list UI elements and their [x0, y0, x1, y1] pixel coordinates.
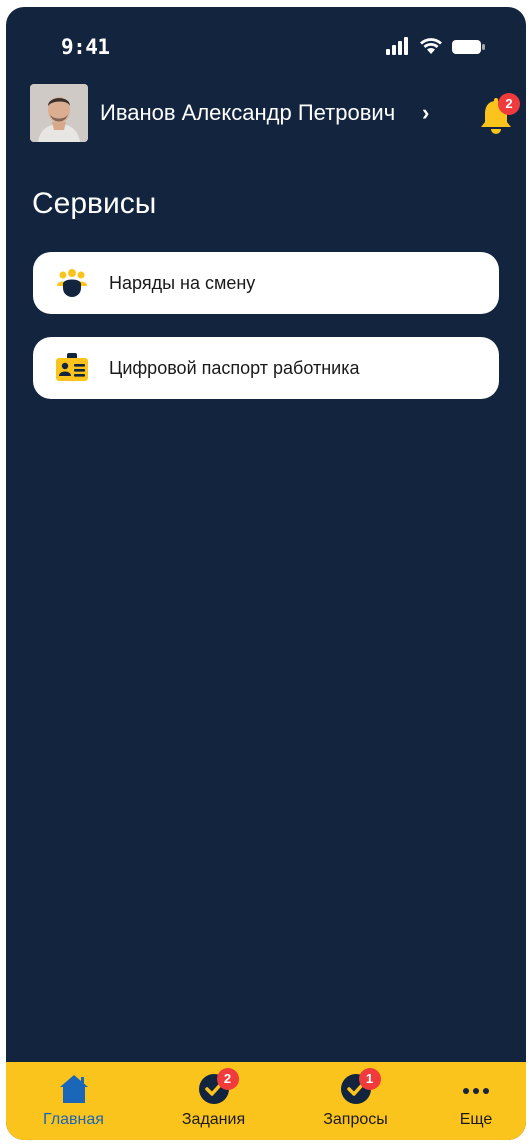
avatar [30, 84, 88, 142]
id-card-icon [56, 353, 88, 381]
app-screen: 9:41 Иванов Александр Петрович › 2 Серви… [6, 7, 526, 1140]
tab-requests[interactable]: 1 Запросы [298, 1062, 413, 1140]
tab-tasks[interactable]: 2 Задания [156, 1062, 271, 1140]
battery-icon [452, 40, 485, 54]
service-card-shifts[interactable]: Наряды на смену [33, 252, 499, 314]
notifications-badge: 2 [498, 93, 520, 115]
status-time: 9:41 [61, 35, 110, 59]
profile-link[interactable]: Иванов Александр Петрович › [30, 84, 450, 144]
more-dots-icon [463, 1088, 489, 1094]
tab-icon-wrap: 1 [339, 1068, 381, 1106]
team-icon [57, 269, 87, 297]
tab-label: Еще [459, 1111, 493, 1128]
tab-label: Запросы [323, 1111, 388, 1128]
wifi-icon [420, 38, 442, 54]
tab-label: Главная [43, 1111, 104, 1128]
tasks-badge: 2 [216, 1068, 239, 1090]
chevron-right-icon: › [422, 100, 430, 125]
service-label: Цифровой паспорт работника [109, 358, 360, 378]
section-title: Сервисы [32, 187, 157, 220]
user-name: Иванов Александр Петрович [100, 100, 396, 125]
signal-icon [386, 37, 408, 55]
status-bar: 9:41 [6, 7, 526, 87]
requests-badge: 1 [358, 1068, 381, 1090]
status-icons [386, 36, 486, 58]
home-icon [59, 1075, 88, 1103]
service-card-passport[interactable]: Цифровой паспорт работника [33, 337, 499, 399]
tab-label: Задания [181, 1111, 246, 1128]
bottom-tab-bar: Главная 2 Задания 1 Запросы Еще [6, 1062, 526, 1140]
tab-more[interactable]: Еще [436, 1062, 516, 1140]
tab-icon-wrap: 2 [197, 1068, 239, 1106]
notifications-button[interactable]: 2 [478, 93, 522, 137]
service-label: Наряды на смену [109, 273, 256, 293]
tab-home[interactable]: Главная [16, 1062, 131, 1140]
